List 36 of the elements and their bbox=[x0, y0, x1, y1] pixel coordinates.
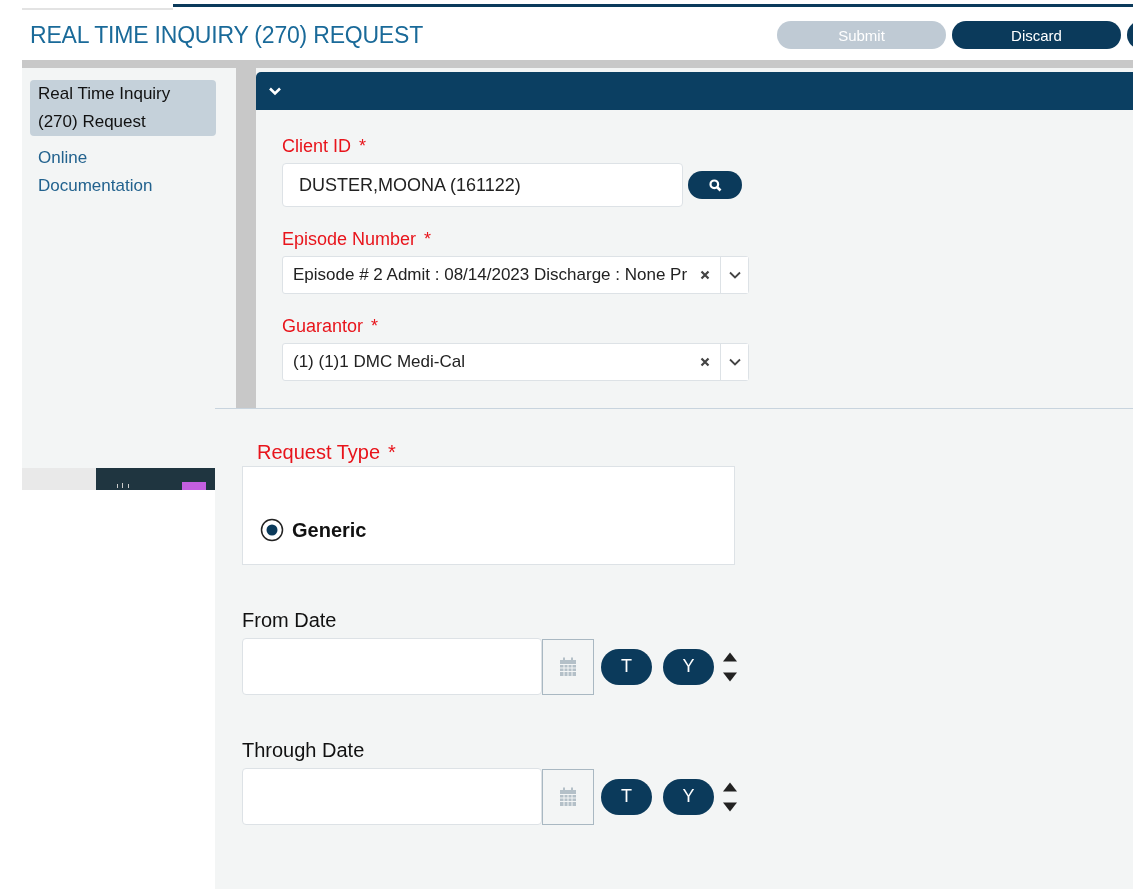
field-label: From Date bbox=[242, 609, 338, 632]
toolbar-button[interactable]: Discard bbox=[952, 21, 1121, 49]
required-mark: * bbox=[359, 136, 367, 157]
clear-icon[interactable] bbox=[700, 357, 710, 367]
search-icon bbox=[708, 178, 722, 192]
calendar-icon bbox=[559, 786, 577, 807]
date-field[interactable] bbox=[242, 768, 542, 825]
down-arrow-icon[interactable] bbox=[722, 801, 738, 812]
field-label: Client ID bbox=[282, 136, 352, 157]
search-button[interactable] bbox=[688, 171, 742, 199]
date-shortcut-button[interactable]: T bbox=[601, 778, 652, 815]
calendar-icon bbox=[559, 656, 577, 677]
required-mark: * bbox=[371, 316, 379, 337]
select-field[interactable]: Episode # 2 Admit : 08/14/2023 Discharge : None Pr bbox=[282, 256, 749, 294]
select-field[interactable]: (1) (1)1 DMC Medi-Cal bbox=[282, 343, 749, 381]
date-shortcut-button[interactable]: Y bbox=[663, 778, 714, 815]
radio-option[interactable]: Generic bbox=[260, 518, 367, 542]
sidebar-link[interactable]: Real Time Inquiry (270) Request bbox=[30, 80, 216, 136]
page-title: REAL TIME INQUIRY (270) REQUEST bbox=[30, 21, 424, 49]
up-arrow-icon[interactable] bbox=[722, 651, 738, 662]
date-shortcut-button[interactable]: Y bbox=[663, 648, 714, 685]
field-label: Through Date bbox=[242, 739, 366, 762]
down-arrow-icon[interactable] bbox=[722, 671, 738, 682]
date-shortcut-button[interactable]: T bbox=[601, 648, 652, 685]
clear-icon[interactable] bbox=[700, 270, 710, 280]
required-mark: * bbox=[424, 229, 432, 250]
field-label: Episode Number bbox=[282, 229, 417, 250]
chevron-down-icon bbox=[727, 357, 742, 367]
sidebar-link[interactable]: Online Documentation bbox=[30, 144, 186, 200]
chevron-down-icon bbox=[727, 270, 742, 280]
field-label: Request Type bbox=[257, 441, 381, 464]
required-mark: * bbox=[388, 441, 396, 464]
client-id-field[interactable]: DUSTER,MOONA (161122) bbox=[282, 163, 683, 207]
up-arrow-icon[interactable] bbox=[722, 781, 738, 792]
field-label: Guarantor bbox=[282, 316, 364, 337]
date-field[interactable] bbox=[242, 638, 542, 695]
